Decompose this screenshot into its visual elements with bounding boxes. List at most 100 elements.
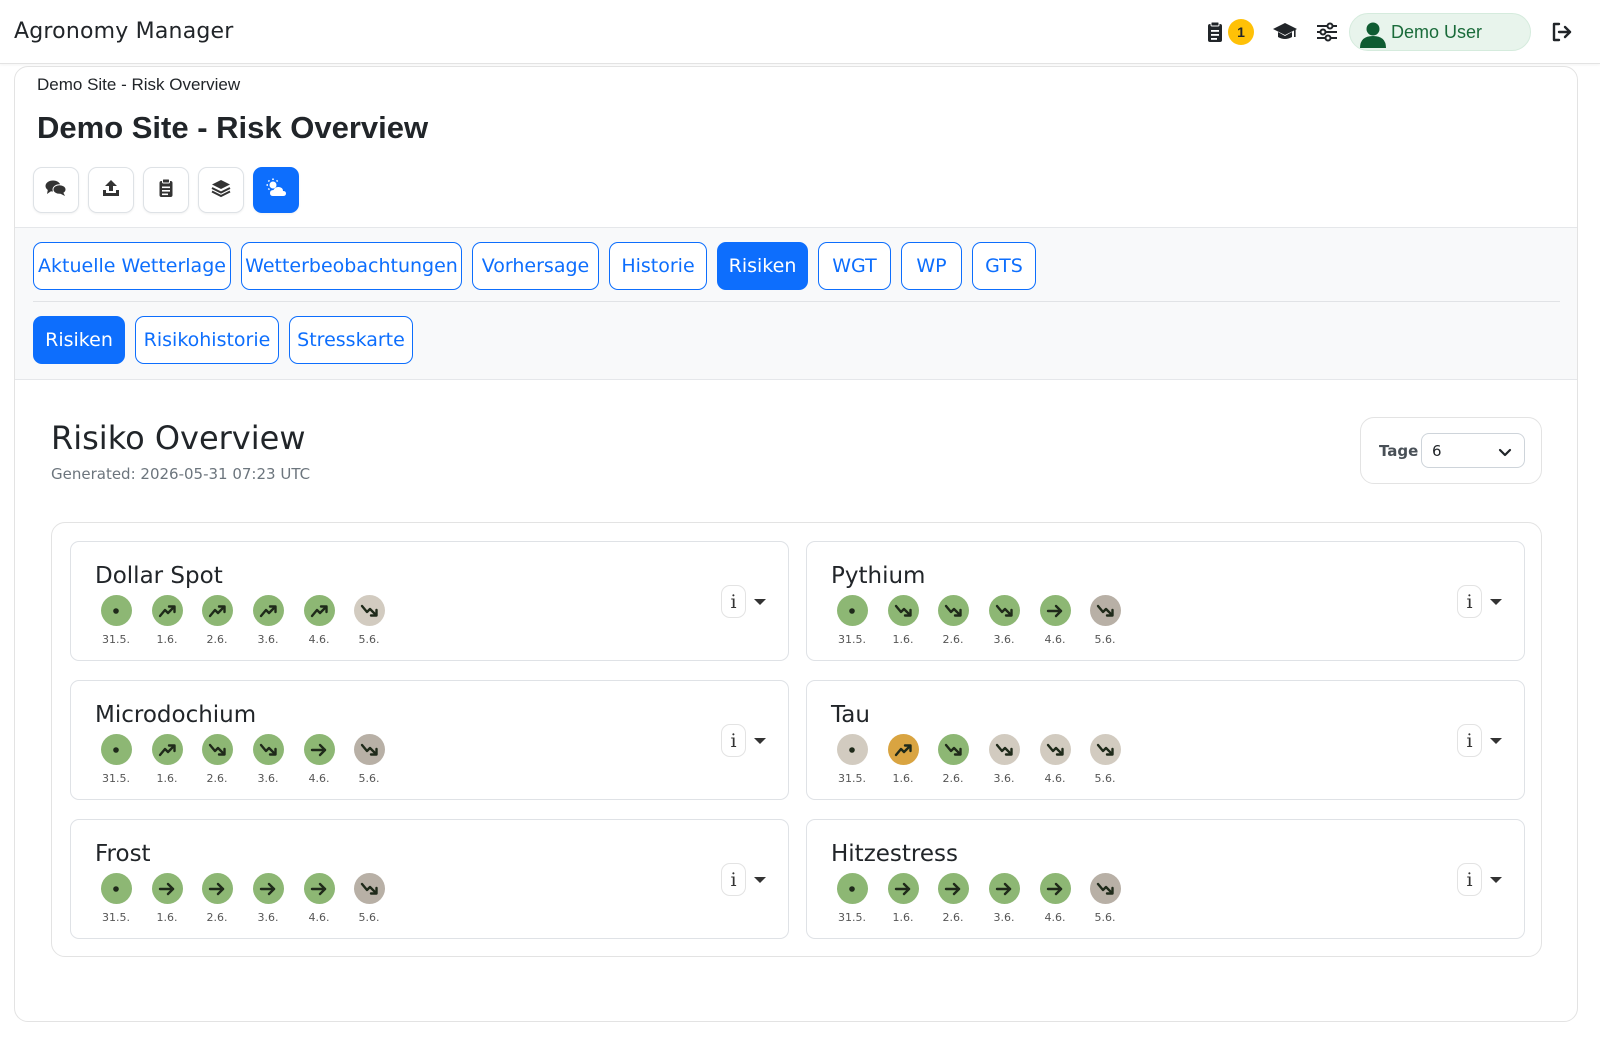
- info-icon[interactable]: i: [721, 724, 746, 757]
- weather-button[interactable]: [253, 167, 299, 213]
- day-date-label: 4.6.: [1044, 772, 1066, 785]
- day-date-label: 2.6.: [206, 772, 228, 785]
- steady-dot-icon: [100, 595, 132, 626]
- subtab-risiken[interactable]: Risiken: [33, 316, 125, 364]
- caret-down-icon[interactable]: [754, 599, 766, 605]
- risk-name: Pythium: [831, 563, 926, 589]
- comments-button[interactable]: [33, 167, 79, 213]
- risk-day: 1.6.: [886, 734, 920, 785]
- sliders-icon[interactable]: [1315, 20, 1339, 44]
- tasks-clipboard-icon[interactable]: [1203, 20, 1227, 44]
- trend-flat-icon: [201, 873, 233, 904]
- days-label: Tage: [1379, 442, 1419, 460]
- trend-down-icon: [353, 734, 385, 765]
- layers-button[interactable]: [198, 167, 244, 213]
- risk-day: 3.6.: [987, 873, 1021, 924]
- risk-day: 5.6.: [352, 595, 386, 646]
- info-icon[interactable]: i: [721, 863, 746, 896]
- trend-down-icon: [353, 595, 385, 626]
- risk-day: 3.6.: [987, 595, 1021, 646]
- risk-day: 2.6.: [936, 734, 970, 785]
- day-date-label: 3.6.: [993, 772, 1015, 785]
- info-icon[interactable]: i: [1457, 724, 1482, 757]
- risk-name: Microdochium: [95, 702, 257, 728]
- app-title[interactable]: Agronomy Manager: [14, 19, 234, 44]
- day-date-label: 4.6.: [308, 911, 330, 924]
- steady-dot-icon: [100, 734, 132, 765]
- risk-card-frost: Frost 31.5. 1.6. 2.6. 3.6. 4.6. 5.6. i: [70, 819, 789, 939]
- risk-day: 4.6.: [1038, 595, 1072, 646]
- risk-card-tau: Tau 31.5. 1.6. 2.6. 3.6. 4.6. 5.6. i: [806, 680, 1525, 800]
- clipboard-button[interactable]: [143, 167, 189, 213]
- risk-day: 3.6.: [251, 873, 285, 924]
- trend-up-icon: [252, 595, 284, 626]
- caret-down-icon[interactable]: [754, 877, 766, 883]
- day-date-label: 5.6.: [358, 911, 380, 924]
- info-icon[interactable]: i: [1457, 585, 1482, 618]
- risk-day: 1.6.: [150, 734, 184, 785]
- subtab-risikohistorie[interactable]: Risikohistorie: [135, 316, 279, 364]
- generated-timestamp: Generated: 2026-05-31 07:23 UTC: [51, 465, 311, 483]
- trend-down-icon: [988, 595, 1020, 626]
- tab-aktuelle-wetterlage[interactable]: Aktuelle Wetterlage: [33, 242, 231, 290]
- trend-flat-icon: [1039, 873, 1071, 904]
- day-date-label: 4.6.: [308, 772, 330, 785]
- caret-down-icon[interactable]: [1490, 877, 1502, 883]
- trend-flat-icon: [887, 873, 919, 904]
- risk-card-microdochium: Microdochium 31.5. 1.6. 2.6. 3.6. 4.6. 5.6. i: [70, 680, 789, 800]
- trend-down-icon: [887, 595, 919, 626]
- day-date-label: 1.6.: [892, 772, 914, 785]
- info-icon[interactable]: i: [721, 585, 746, 618]
- breadcrumb: Demo Site - Risk Overview: [37, 75, 241, 94]
- day-date-label: 5.6.: [358, 633, 380, 646]
- trend-up-icon: [151, 595, 183, 626]
- risk-card-pythium: Pythium 31.5. 1.6. 2.6. 3.6. 4.6. 5.6. i: [806, 541, 1525, 661]
- trend-down-icon: [1089, 873, 1121, 904]
- tab-risiken[interactable]: Risiken: [717, 242, 808, 290]
- day-date-label: 1.6.: [156, 633, 178, 646]
- user-avatar-icon: [1359, 20, 1387, 53]
- trend-down-icon: [1039, 734, 1071, 765]
- steady-dot-icon: [836, 873, 868, 904]
- risk-name: Frost: [95, 841, 151, 867]
- day-date-label: 2.6.: [942, 772, 964, 785]
- trend-flat-icon: [303, 734, 335, 765]
- caret-down-icon[interactable]: [1490, 738, 1502, 744]
- tab-historie[interactable]: Historie: [609, 242, 707, 290]
- tab-vorhersage[interactable]: Vorhersage: [472, 242, 599, 290]
- days-select-value: 6: [1432, 442, 1442, 460]
- day-date-label: 2.6.: [942, 633, 964, 646]
- info-icon[interactable]: i: [1457, 863, 1482, 896]
- user-menu-button[interactable]: Demo User: [1349, 13, 1531, 51]
- trend-flat-icon: [937, 873, 969, 904]
- risk-day: 4.6.: [1038, 873, 1072, 924]
- logout-icon[interactable]: [1550, 20, 1574, 44]
- caret-down-icon[interactable]: [1490, 599, 1502, 605]
- top-navbar: Agronomy Manager 1 Demo User: [0, 0, 1600, 64]
- notification-badge[interactable]: 1: [1228, 19, 1254, 45]
- day-date-label: 31.5.: [838, 911, 866, 924]
- risk-day: 4.6.: [302, 734, 336, 785]
- trend-flat-icon: [1039, 595, 1071, 626]
- risk-day: 4.6.: [1038, 734, 1072, 785]
- risk-day: 1.6.: [150, 873, 184, 924]
- risk-day: 31.5.: [99, 873, 133, 924]
- cloud-sun-icon: [265, 178, 287, 203]
- days-select[interactable]: 6: [1421, 433, 1525, 468]
- risk-day: 1.6.: [150, 595, 184, 646]
- graduation-cap-icon[interactable]: [1271, 20, 1299, 44]
- day-date-label: 31.5.: [102, 911, 130, 924]
- caret-down-icon[interactable]: [754, 738, 766, 744]
- tab-gts[interactable]: GTS: [972, 242, 1036, 290]
- upload-button[interactable]: [88, 167, 134, 213]
- tab-wetterbeobachtungen[interactable]: Wetterbeobachtungen: [241, 242, 462, 290]
- trend-down-icon: [988, 734, 1020, 765]
- risk-day: 4.6.: [302, 873, 336, 924]
- tab-wp[interactable]: WP: [901, 242, 962, 290]
- subtab-stresskarte[interactable]: Stresskarte: [289, 316, 413, 364]
- risk-day: 4.6.: [302, 595, 336, 646]
- trend-flat-icon: [303, 873, 335, 904]
- day-date-label: 4.6.: [1044, 911, 1066, 924]
- risk-day: 5.6.: [1088, 595, 1122, 646]
- tab-wgt[interactable]: WGT: [818, 242, 891, 290]
